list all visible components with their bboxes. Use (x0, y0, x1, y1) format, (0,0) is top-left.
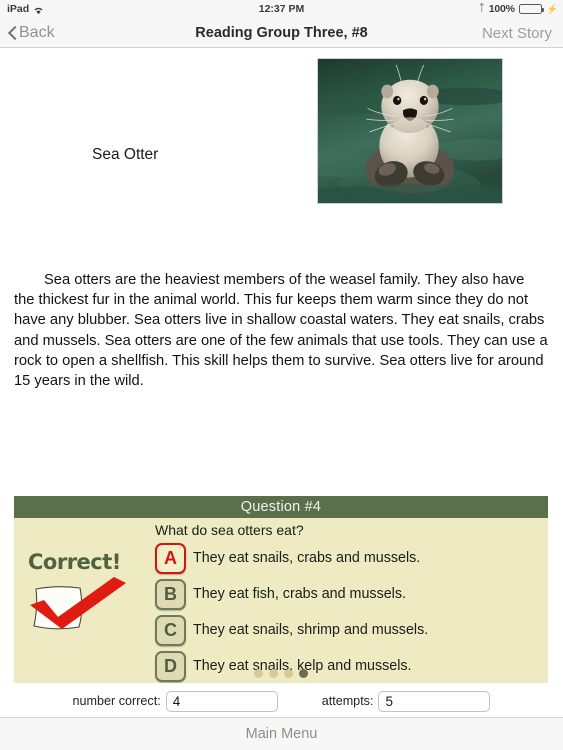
bottom-toolbar: Main Menu (0, 717, 563, 750)
story-title: Sea Otter (92, 146, 159, 163)
choice-text-c: They eat snails, shrimp and mussels. (193, 622, 429, 638)
navigation-bar: Back Reading Group Three, #8 Next Story (0, 18, 563, 48)
choice-c[interactable]: C They eat snails, shrimp and mussels. (155, 612, 545, 648)
page-dot-1[interactable] (254, 669, 263, 678)
choice-badge-c[interactable]: C (155, 614, 186, 646)
question-header: Question #4 (14, 496, 548, 518)
bluetooth-icon: ᛏ (478, 3, 485, 14)
number-correct-field[interactable]: 4 (165, 690, 278, 712)
answer-choices: A They eat snails, crabs and mussels. B … (155, 540, 545, 684)
battery-percent-label: 100% (488, 3, 515, 15)
page-dot-4[interactable] (299, 669, 308, 678)
choice-text-b: They eat fish, crabs and mussels. (193, 586, 406, 602)
page-dot-2[interactable] (269, 669, 278, 678)
next-story-button[interactable]: Next Story (482, 18, 552, 48)
number-correct-label: number correct: (72, 694, 161, 708)
feedback-label: Correct! (28, 550, 121, 574)
attempts-label: attempts: (321, 694, 374, 708)
choice-d[interactable]: D They eat snails, kelp and mussels. (155, 648, 545, 684)
number-correct-group: number correct: 4 (72, 690, 278, 712)
feedback-graphic: Correct! (28, 550, 146, 632)
battery-icon (518, 4, 544, 14)
status-bar-right: ᛏ 100% ⚡ (479, 3, 558, 15)
quiz-panel: Question #4 What do sea otters eat? Corr… (14, 496, 548, 683)
page-dot-3[interactable] (284, 669, 293, 678)
page-indicator[interactable] (14, 669, 548, 678)
choice-a[interactable]: A They eat snails, crabs and mussels. (155, 540, 545, 576)
page-title: Reading Group Three, #8 (195, 25, 368, 41)
main-menu-button[interactable]: Main Menu (246, 726, 318, 742)
sea-otter-photo (317, 58, 503, 204)
choice-badge-b[interactable]: B (155, 578, 186, 610)
attempts-group: attempts: 5 (321, 690, 491, 712)
choice-b[interactable]: B They eat fish, crabs and mussels. (155, 576, 545, 612)
ipad-reading-app: iPad 12:37 PM ᛏ 100% ⚡ Back Reading Grou… (0, 0, 563, 750)
question-prompt: What do sea otters eat? (155, 522, 304, 538)
red-checkmark-icon (28, 575, 138, 631)
choice-text-a: They eat snails, crabs and mussels. (193, 550, 421, 566)
score-row: number correct: 4 attempts: 5 (0, 688, 563, 714)
status-bar: iPad 12:37 PM ᛏ 100% ⚡ (0, 0, 563, 18)
choice-badge-a[interactable]: A (155, 542, 186, 574)
story-body-text: Sea otters are the heaviest members of t… (14, 272, 548, 390)
charging-bolt-icon: ⚡ (546, 3, 558, 14)
attempts-field[interactable]: 5 (378, 690, 491, 712)
